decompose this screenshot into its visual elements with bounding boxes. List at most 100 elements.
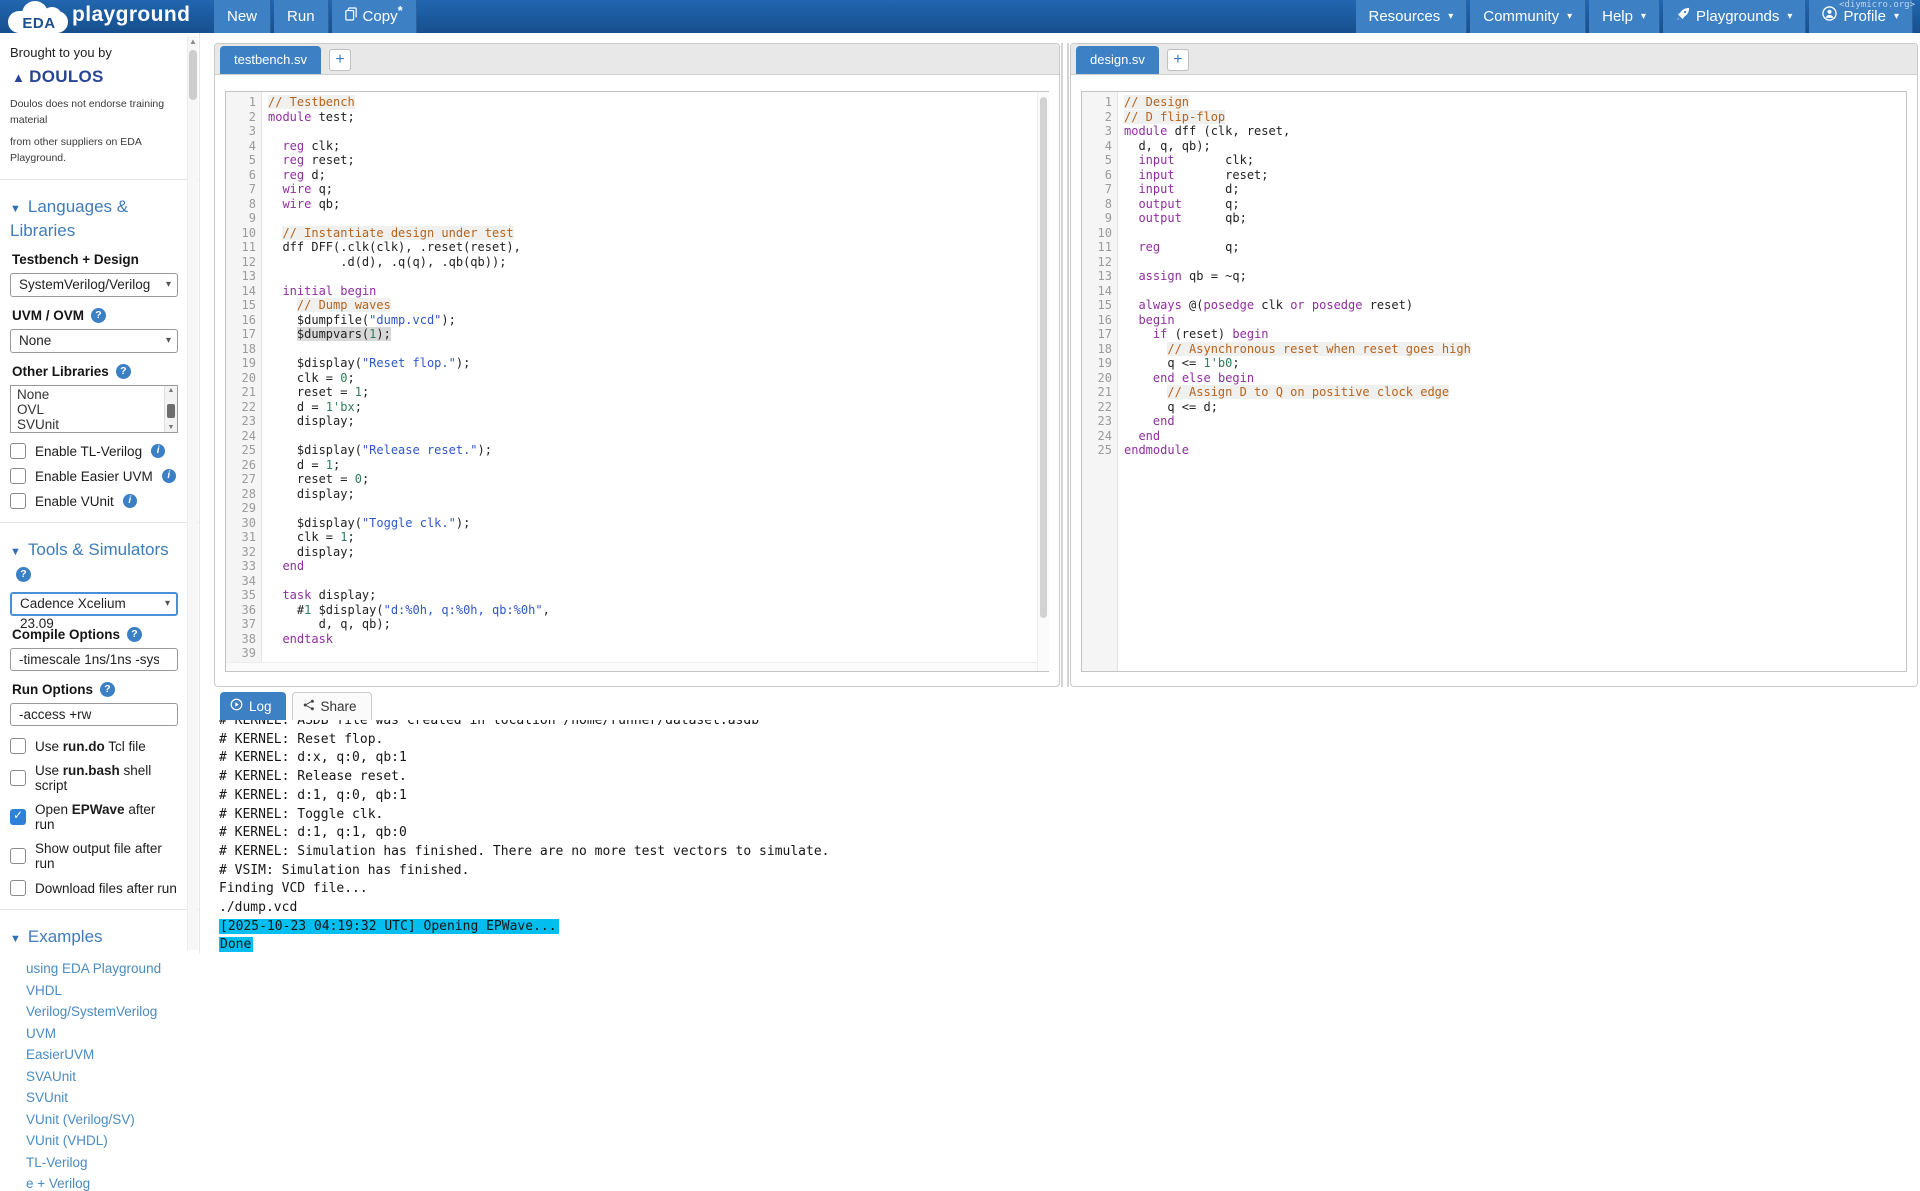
new-button[interactable]: New xyxy=(214,0,271,33)
checkbox[interactable] xyxy=(10,809,26,825)
library-option[interactable]: None xyxy=(17,387,161,402)
example-link[interactable]: SVAUnit xyxy=(26,1070,177,1084)
code-line[interactable]: q <= 1'b0; xyxy=(1124,356,1906,371)
code-line[interactable]: module test; xyxy=(268,110,1048,125)
example-link[interactable]: VHDL xyxy=(26,984,177,998)
code-line[interactable] xyxy=(268,501,1048,516)
code-line[interactable]: wire qb; xyxy=(268,197,1048,212)
code-line[interactable]: q <= d; xyxy=(1124,400,1906,415)
example-link[interactable]: using EDA Playground xyxy=(26,962,177,976)
tab-log[interactable]: Log xyxy=(220,692,286,720)
scrollbar-thumb[interactable] xyxy=(189,50,197,100)
code-line[interactable]: dff DFF(.clk(clk), .reset(reset), xyxy=(268,240,1048,255)
code-line[interactable] xyxy=(268,574,1048,589)
copy-button[interactable]: Copy* xyxy=(332,0,417,33)
code-line[interactable]: reset = 1; xyxy=(268,385,1048,400)
tab-design-sv[interactable]: design.sv xyxy=(1076,46,1159,74)
info-icon[interactable]: i xyxy=(123,494,137,508)
code-line[interactable] xyxy=(1124,255,1906,270)
help-icon[interactable]: ? xyxy=(16,567,31,582)
example-link[interactable]: e + Verilog xyxy=(26,1177,177,1191)
checkbox[interactable] xyxy=(10,468,26,484)
run-button[interactable]: Run xyxy=(274,0,329,33)
library-option[interactable]: OVL xyxy=(17,402,161,417)
scrollbar-thumb[interactable] xyxy=(1040,97,1047,618)
code-line[interactable]: reg q; xyxy=(1124,240,1906,255)
code-line[interactable]: input clk; xyxy=(1124,153,1906,168)
code-line[interactable] xyxy=(268,342,1048,357)
section-tools-simulators[interactable]: ▼Tools & Simulators ? xyxy=(10,539,177,584)
code-line[interactable]: reg d; xyxy=(268,168,1048,183)
code-line[interactable]: end else begin xyxy=(1124,371,1906,386)
help-menu[interactable]: Help▾ xyxy=(1589,0,1660,33)
code-line[interactable]: d = 1'bx; xyxy=(268,400,1048,415)
code-line[interactable] xyxy=(1124,284,1906,299)
add-file-button[interactable]: + xyxy=(1167,49,1189,71)
code-line[interactable] xyxy=(268,269,1048,284)
code-line[interactable]: wire q; xyxy=(268,182,1048,197)
code-line[interactable]: // D flip-flop xyxy=(1124,110,1906,125)
uvm-ovm-select[interactable]: None ▾ xyxy=(10,329,178,353)
code-line[interactable]: d, q, qb); xyxy=(1124,139,1906,154)
code-line[interactable] xyxy=(1124,226,1906,241)
code-line[interactable]: d = 1; xyxy=(268,458,1048,473)
code-line[interactable]: end xyxy=(1124,429,1906,444)
code-line[interactable] xyxy=(268,211,1048,226)
listbox-scrollbar[interactable]: ▲ ▼ xyxy=(164,386,177,432)
section-languages-libraries[interactable]: ▼Languages & Libraries xyxy=(10,196,177,241)
checkbox[interactable] xyxy=(10,443,26,459)
checkbox[interactable] xyxy=(10,770,26,786)
library-option[interactable]: SVUnit xyxy=(17,417,161,432)
code-line[interactable]: module dff (clk, reset, xyxy=(1124,124,1906,139)
checkbox[interactable] xyxy=(10,738,26,754)
code-line[interactable]: display; xyxy=(268,487,1048,502)
editor-horizontal-scrollbar[interactable] xyxy=(226,662,1037,671)
help-icon[interactable]: ? xyxy=(100,682,115,697)
code-line[interactable]: display; xyxy=(268,545,1048,560)
code-line[interactable]: .d(d), .q(q), .qb(qb)); xyxy=(268,255,1048,270)
scroll-up-icon[interactable]: ▲ xyxy=(188,36,198,48)
code-line[interactable]: reg clk; xyxy=(268,139,1048,154)
scroll-up-icon[interactable]: ▲ xyxy=(165,386,177,395)
other-libraries-listbox[interactable]: NoneOVLSVUnit ▲ ▼ xyxy=(10,385,178,433)
code-line[interactable]: // Instantiate design under test xyxy=(268,226,1048,241)
example-link[interactable]: Verilog/SystemVerilog xyxy=(26,1005,177,1019)
help-icon[interactable]: ? xyxy=(116,364,131,379)
playgrounds-menu[interactable]: Playgrounds▾ xyxy=(1663,0,1806,33)
code-line[interactable]: task display; xyxy=(268,588,1048,603)
code-line[interactable] xyxy=(268,124,1048,139)
code-line[interactable]: $display("Toggle clk."); xyxy=(268,516,1048,531)
testbench-language-select[interactable]: SystemVerilog/Verilog ▾ xyxy=(10,273,178,297)
example-link[interactable]: SVUnit xyxy=(26,1091,177,1105)
example-link[interactable]: VUnit (Verilog/SV) xyxy=(26,1113,177,1127)
example-link[interactable]: VUnit (VHDL) xyxy=(26,1134,177,1148)
code-line[interactable]: reset = 0; xyxy=(268,472,1048,487)
checkbox[interactable] xyxy=(10,848,26,864)
code-line[interactable]: $dumpvars(1); xyxy=(268,327,1048,342)
info-icon[interactable]: i xyxy=(151,444,165,458)
checkbox[interactable] xyxy=(10,493,26,509)
example-link[interactable]: EasierUVM xyxy=(26,1048,177,1062)
tab-share[interactable]: Share xyxy=(292,692,372,720)
code-line[interactable]: $display("Reset flop."); xyxy=(268,356,1048,371)
code-line[interactable]: endtask xyxy=(268,632,1048,647)
section-examples[interactable]: ▼Examples xyxy=(10,926,177,950)
doulos-logo[interactable]: ▲ DOULOS xyxy=(12,67,177,87)
code-line[interactable]: // Assign D to Q on positive clock edge xyxy=(1124,385,1906,400)
editor-splitter[interactable] xyxy=(1061,43,1069,687)
code-line[interactable]: // Design xyxy=(1124,95,1906,110)
resources-menu[interactable]: Resources▾ xyxy=(1356,0,1468,33)
code-line[interactable]: clk = 1; xyxy=(268,530,1048,545)
code-line[interactable]: assign qb = ~q; xyxy=(1124,269,1906,284)
code-line[interactable]: if (reset) begin xyxy=(1124,327,1906,342)
help-icon[interactable]: ? xyxy=(127,627,142,642)
code-line[interactable]: clk = 0; xyxy=(268,371,1048,386)
code-line[interactable]: output qb; xyxy=(1124,211,1906,226)
run-options-input[interactable] xyxy=(10,703,178,726)
eda-playground-logo[interactable]: EDA playground xyxy=(8,1,190,35)
code-line[interactable]: initial begin xyxy=(268,284,1048,299)
checkbox[interactable] xyxy=(10,880,26,896)
code-line[interactable]: reg reset; xyxy=(268,153,1048,168)
code-line[interactable]: always @(posedge clk or posedge reset) xyxy=(1124,298,1906,313)
example-link[interactable]: UVM xyxy=(26,1027,177,1041)
